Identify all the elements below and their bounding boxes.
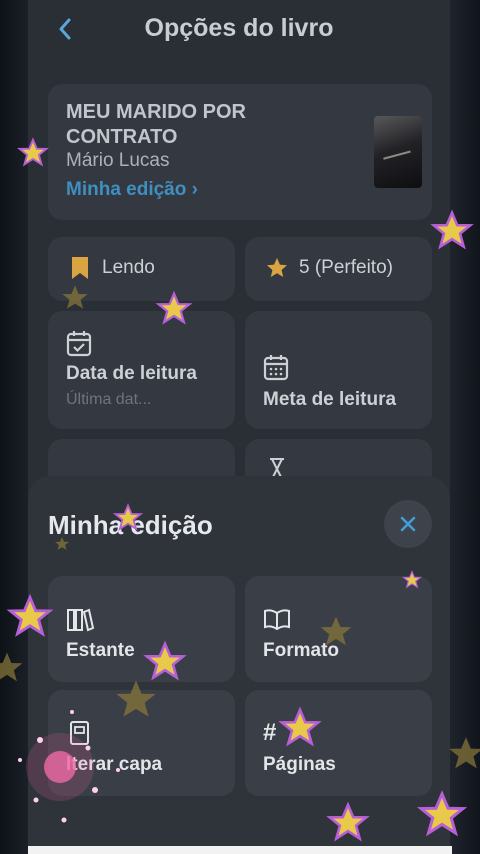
change-cover-label: lterar capa [66, 754, 163, 775]
page-title: Opções do livro [144, 14, 334, 42]
change-cover-option[interactable]: lterar capa [48, 690, 235, 796]
format-option[interactable]: Formato [245, 576, 432, 682]
calendar-icon [263, 355, 289, 381]
book-title: MEU MARIDO POR CONTRATO [66, 101, 246, 148]
pages-option[interactable]: # Páginas [245, 690, 432, 796]
close-button[interactable] [384, 500, 432, 548]
reading-date-button[interactable]: Data de leitura Última dat... [48, 311, 235, 429]
books-icon [67, 608, 94, 632]
bookmark-icon [72, 257, 88, 279]
book-card[interactable]: MEU MARIDO POR CONTRATO Mário Lucas Minh… [48, 84, 432, 220]
book-cover-icon [70, 721, 89, 745]
my-edition-link[interactable]: Minha edição › [66, 179, 198, 201]
backdrop-right [450, 0, 480, 854]
hash-icon: # [263, 719, 277, 746]
close-icon [400, 516, 416, 532]
book-cover-image [374, 116, 422, 188]
rating-button[interactable]: 5 (Perfeito) [245, 237, 432, 301]
calendar-check-icon [66, 331, 92, 357]
reading-date-label: Data de leitura [66, 363, 197, 384]
open-book-icon [264, 609, 290, 631]
star-icon [267, 258, 287, 277]
format-label: Formato [263, 640, 339, 661]
edition-bottom-sheet: Minha edição Estante Formato lterar capa… [28, 476, 450, 854]
rating-label: 5 (Perfeito) [299, 257, 393, 278]
reading-date-sub: Última dat... [66, 391, 152, 408]
book-author: Mário Lucas [66, 150, 170, 171]
reading-status-button[interactable]: Lendo [48, 237, 235, 301]
shelf-label: Estante [66, 640, 135, 661]
top-bar: Opções do livro [28, 0, 450, 60]
bottom-strip [28, 846, 452, 854]
shelf-option[interactable]: Estante [48, 576, 235, 682]
backdrop-left [0, 0, 28, 854]
reading-status-label: Lendo [102, 257, 155, 278]
pages-label: Páginas [263, 754, 336, 775]
reading-goal-button[interactable]: Meta de leitura [245, 311, 432, 429]
reading-goal-label: Meta de leitura [263, 389, 397, 410]
sheet-title: Minha edição [48, 510, 213, 540]
